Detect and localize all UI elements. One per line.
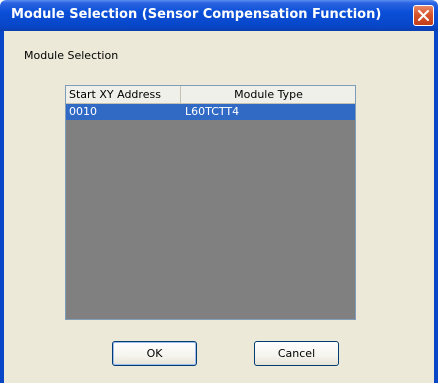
list-header: Start XY Address Module Type	[66, 86, 355, 104]
start-xy-address-cell: 0010	[69, 105, 97, 118]
list-item[interactable]: 0010 L60TCTT4	[66, 104, 355, 120]
module-list[interactable]: Start XY Address Module Type 0010 L60TCT…	[65, 85, 356, 320]
close-button[interactable]	[413, 5, 434, 26]
cancel-button[interactable]: Cancel	[254, 341, 339, 366]
ok-button[interactable]: OK	[112, 341, 197, 366]
column-header-module-type[interactable]: Module Type	[182, 86, 355, 103]
close-icon	[418, 10, 429, 21]
module-selection-label: Module Selection	[24, 49, 119, 62]
module-selection-dialog: Module Selection (Sensor Compensation Fu…	[0, 0, 438, 383]
title-bar[interactable]: Module Selection (Sensor Compensation Fu…	[0, 0, 438, 31]
window-border-left	[0, 31, 4, 383]
window-title: Module Selection (Sensor Compensation Fu…	[11, 7, 382, 22]
window-border-right	[434, 31, 438, 383]
module-type-cell: L60TCTT4	[185, 105, 240, 118]
column-header-start-xy-address[interactable]: Start XY Address	[66, 86, 181, 103]
